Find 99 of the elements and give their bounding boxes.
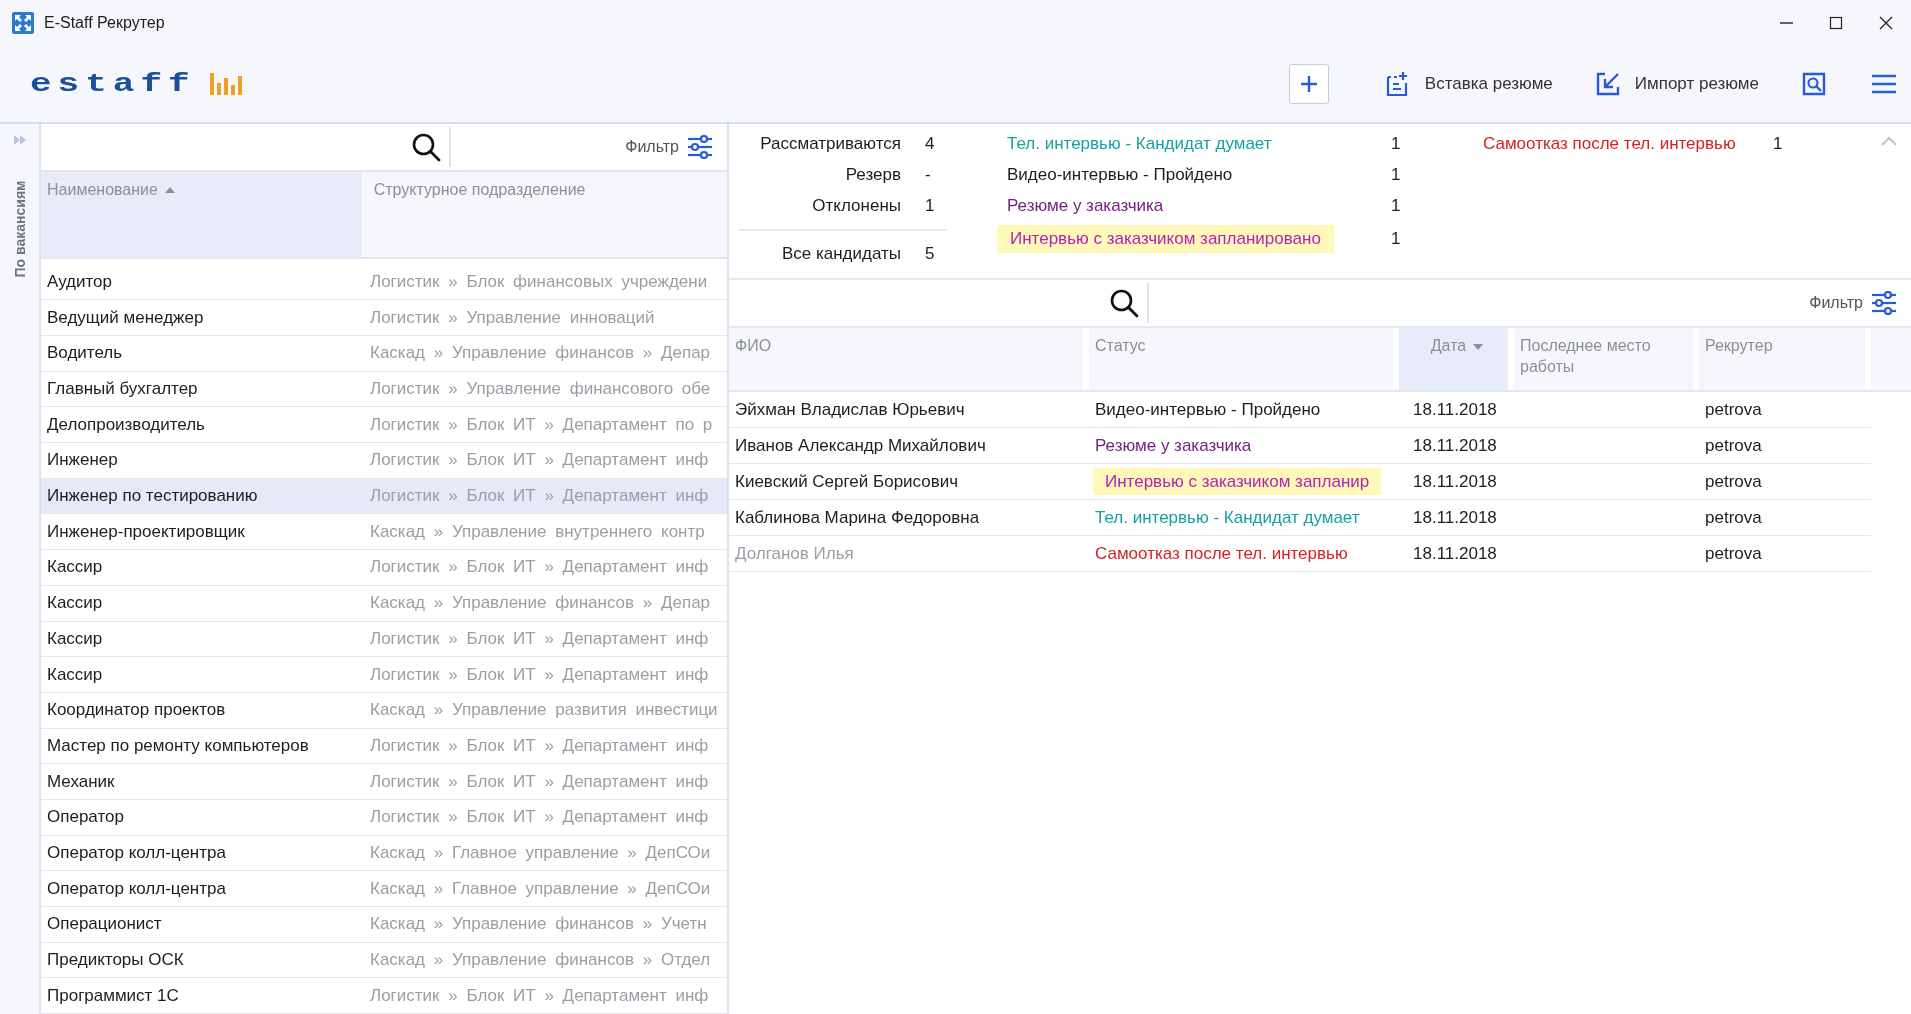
vacancy-name: Инженер по тестированию xyxy=(46,486,259,507)
date-cell-text: 18.11.2018 xyxy=(1412,471,1498,492)
vacancy-row[interactable]: Инженер по тестированию Логистик » Блок ИТ » Департамент инф xyxy=(41,478,727,515)
recruiter-cell-text: petrova xyxy=(1704,435,1763,456)
status-count: 1 xyxy=(1391,229,1401,249)
recruiter-cell-text: petrova xyxy=(1704,471,1763,492)
date-cell-text: 18.11.2018 xyxy=(1412,543,1498,564)
status-text: Видео-интервью - Пройдено xyxy=(1095,399,1321,419)
vacancy-name: Программист 1С xyxy=(46,985,180,1006)
summary-label: Все кандидаты xyxy=(780,243,901,264)
document-search-icon[interactable] xyxy=(1801,71,1827,97)
vacancy-name: Аудитор xyxy=(46,272,113,293)
import-resume-button[interactable]: Импорт резюме xyxy=(1594,71,1759,97)
division-path: Каскад » Главное управление » ДепСОи xyxy=(369,842,712,863)
sidebar-tab[interactable]: По вакансиям xyxy=(11,180,28,278)
filter-label[interactable]: Фильтр xyxy=(625,137,679,156)
menu-icon[interactable] xyxy=(1871,74,1897,94)
search-icon[interactable] xyxy=(411,131,441,162)
date-cell-text: 18.11.2018 xyxy=(1412,399,1498,420)
arrow-in-box-icon xyxy=(1594,71,1621,97)
candidate-name[interactable]: Эйхман Владислав Юрьевич xyxy=(729,399,1089,420)
summary-count: 1 xyxy=(925,195,935,216)
division-path: Логистик » Блок ИТ » Департамент инф xyxy=(369,771,710,792)
candidate-name[interactable]: Киевский Сергей Борисович xyxy=(729,471,1089,492)
recruiter-cell-text: petrova xyxy=(1704,399,1763,420)
vacancy-name: Водитель xyxy=(46,343,124,364)
vacancy-name: Главный бухгалтер xyxy=(46,379,199,400)
division-path: Каскад » Управление финансов » Депар xyxy=(369,593,712,614)
vacancy-name: Инженер xyxy=(46,450,119,471)
vacancy-name: Механик xyxy=(46,771,116,792)
app-icon xyxy=(12,12,34,34)
candidate-name[interactable]: Иванов Александр Михайлович xyxy=(729,435,1089,456)
search-icon[interactable] xyxy=(1109,288,1139,318)
summary-count: - xyxy=(925,164,931,185)
status-count: 1 xyxy=(1391,195,1401,216)
division-path: Логистик » Управление инноваций xyxy=(369,307,656,328)
division-path: Логистик » Блок ИТ » Департамент по р xyxy=(369,414,714,435)
division-path: Логистик » Блок ИТ » Департамент инф xyxy=(369,807,710,828)
status-count: 1 xyxy=(1391,133,1401,154)
status-text: Резюме у заказчика xyxy=(1095,435,1252,455)
summary-label: Резерв xyxy=(844,164,901,185)
summary-label: Отклонены xyxy=(811,195,901,216)
division-path: Логистик » Блок ИТ » Департамент инф xyxy=(369,628,710,649)
status-link[interactable]: Резюме у заказчика xyxy=(997,195,1174,216)
date-cell-text: 18.11.2018 xyxy=(1412,507,1498,528)
vacancy-name: Кассир xyxy=(46,664,104,685)
status-count: 1 xyxy=(1773,133,1783,154)
division-path: Каскад » Управление финансов » Учетн xyxy=(369,914,708,935)
recruiter-cell-text: petrova xyxy=(1704,507,1763,528)
vacancy-name: Оператор xyxy=(46,807,125,828)
vacancy-name: Кассир xyxy=(46,593,104,614)
add-button[interactable] xyxy=(1288,64,1329,104)
division-path: Логистик » Блок ИТ » Департамент инф xyxy=(369,664,710,685)
vacancy-name: Координатор проектов xyxy=(46,700,227,721)
division-path: Логистик » Блок финансовых учреждени xyxy=(369,272,709,293)
recruiter-cell-text: petrova xyxy=(1704,543,1763,564)
paste-resume-button[interactable]: Вставка резюме xyxy=(1384,71,1553,97)
vacancy-name: Делопроизводитель xyxy=(46,414,206,435)
summary-count: 5 xyxy=(925,243,935,264)
status-link[interactable]: Видео-интервью - Пройдено xyxy=(997,164,1243,185)
vacancy-name: Кассир xyxy=(46,557,104,578)
division-path: Каскад » Главное управление » ДепСОи xyxy=(369,878,712,899)
logo: estaff xyxy=(30,69,196,99)
window-title: E-Staff Рекрутер xyxy=(44,14,165,32)
filter-icon[interactable] xyxy=(687,134,713,159)
vacancy-name: Ведущий менеджер xyxy=(46,307,205,328)
division-path: Логистик » Блок ИТ » Департамент инф xyxy=(369,735,710,756)
summary-label: Рассматриваются xyxy=(759,133,901,154)
plus-icon xyxy=(1298,74,1319,94)
filter-label[interactable]: Фильтр xyxy=(1809,294,1863,312)
vacancy-name: Инженер-проектировщик xyxy=(46,521,246,542)
division-path: Логистик » Блок ИТ » Департамент инф xyxy=(369,450,710,471)
maximize-icon xyxy=(1828,15,1844,31)
status-text: Самоотказ после тел. интервью xyxy=(1095,543,1348,563)
status-text: Тел. интервью - Кандидат думает xyxy=(1095,507,1360,527)
date-cell-text: 18.11.2018 xyxy=(1412,435,1498,456)
division-path: Логистик » Блок ИТ » Департамент инф xyxy=(369,985,710,1006)
filter-icon[interactable] xyxy=(1871,291,1897,315)
division-path: Логистик » Управление финансового обе xyxy=(369,379,712,400)
division-path: Логистик » Блок ИТ » Департамент инф xyxy=(369,486,710,507)
vacancy-name: Кассир xyxy=(46,628,104,649)
status-text: Интервью с заказчиком запланир xyxy=(1093,467,1382,495)
vacancy-name: Операционист xyxy=(46,914,163,935)
division-path: Каскад » Управление внутреннего контр xyxy=(369,521,706,542)
status-count: 1 xyxy=(1391,164,1401,185)
division-path: Каскад » Управление развития инвестици xyxy=(369,700,719,721)
division-path: Каскад » Управление финансов » Депар xyxy=(369,343,712,364)
close-icon xyxy=(1878,15,1894,31)
vacancy-name: Предикторы ОСК xyxy=(46,949,185,970)
division-path: Каскад » Управление финансов » Отдел xyxy=(369,949,712,970)
candidate-name[interactable]: Каблинова Марина Федоровна xyxy=(729,507,1089,528)
division-path: Логистик » Блок ИТ » Департамент инф xyxy=(369,557,710,578)
status-link[interactable]: Интервью с заказчиком запланировано xyxy=(997,225,1334,253)
vacancy-name: Оператор колл-центра xyxy=(46,878,227,899)
vacancy-name: Оператор колл-центра xyxy=(46,842,227,863)
minimize-icon xyxy=(1779,22,1793,24)
summary-count: 4 xyxy=(925,133,935,154)
status-link[interactable]: Самоотказ после тел. интервью xyxy=(1473,133,1746,154)
vacancy-name: Мастер по ремонту компьютеров xyxy=(46,735,310,756)
